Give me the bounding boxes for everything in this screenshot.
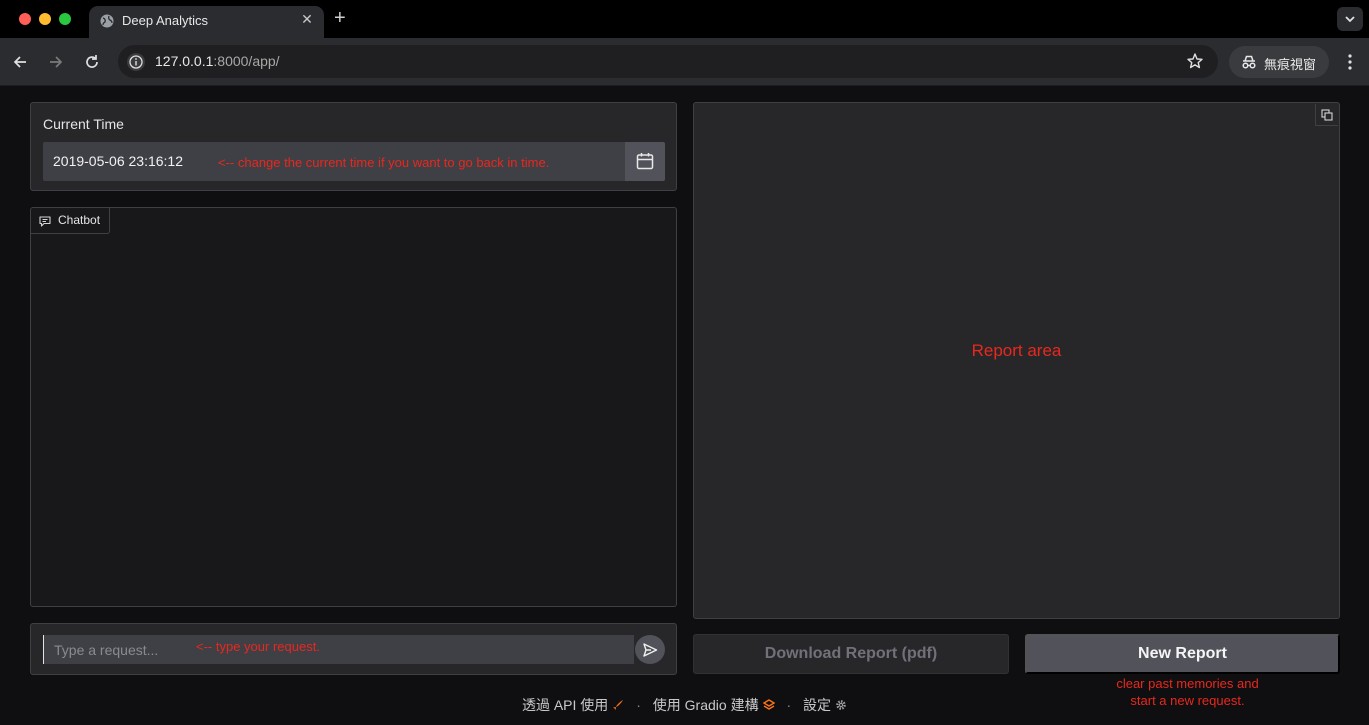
new-tab-button[interactable]: +: [334, 7, 346, 30]
current-time-annotation: <-- change the current time if you want …: [218, 155, 550, 170]
footer-api-label: 透過 API 使用: [521, 697, 609, 713]
footer-settings-link[interactable]: 設定: [803, 695, 847, 715]
url-host: 127.0.0.1: [155, 53, 214, 69]
incognito-badge[interactable]: 無痕視窗: [1229, 46, 1329, 78]
footer-separator: ·: [786, 697, 792, 713]
report-area-annotation: Report area: [971, 341, 1062, 360]
url-path: :8000/app/: [213, 53, 280, 69]
request-panel: <-- type your request.: [30, 623, 677, 675]
app-container: Current Time 2019-05-06 23:16:12 <-- cha…: [0, 87, 1369, 725]
browser-tab-bar: Deep Analytics ✕ +: [0, 0, 1369, 38]
calendar-button[interactable]: [625, 142, 665, 181]
tab-title: Deep Analytics: [122, 13, 208, 28]
url-text: 127.0.0.1:8000/app/: [155, 53, 280, 69]
current-time-label: Current Time: [43, 116, 124, 132]
chatbot-panel[interactable]: Chatbot: [30, 207, 677, 607]
chevron-down-icon: [1345, 16, 1355, 23]
address-bar[interactable]: 127.0.0.1:8000/app/: [118, 45, 1218, 78]
footer-gradio-link[interactable]: 使用 Gradio 建構: [653, 695, 775, 715]
footer-api-link[interactable]: 透過 API 使用: [522, 695, 624, 715]
chat-bubble-icon: [39, 216, 51, 227]
current-time-panel: Current Time 2019-05-06 23:16:12 <-- cha…: [30, 102, 677, 191]
window-maximize-button[interactable]: [59, 13, 71, 25]
footer-settings-label: 設定: [803, 697, 832, 713]
window-minimize-button[interactable]: [39, 13, 51, 25]
more-menu-icon[interactable]: [1342, 52, 1358, 72]
incognito-icon: [1242, 55, 1256, 69]
send-button[interactable]: [635, 635, 665, 664]
current-time-input[interactable]: 2019-05-06 23:16:12 <-- change the curre…: [43, 142, 625, 181]
gradio-logo-icon: [762, 699, 775, 710]
back-arrow-icon[interactable]: [10, 52, 30, 72]
chatbot-tab-label: Chatbot: [58, 213, 101, 227]
window-close-button[interactable]: [19, 13, 31, 25]
new-report-annotation-line1: clear past memories and: [1116, 676, 1259, 691]
browser-tab[interactable]: Deep Analytics ✕: [89, 6, 324, 38]
send-icon: [643, 643, 658, 657]
report-panel: Report area: [693, 102, 1340, 619]
calendar-icon: [636, 153, 654, 170]
gear-icon: [836, 700, 846, 710]
reload-icon[interactable]: [82, 52, 102, 72]
tab-close-icon[interactable]: ✕: [299, 11, 315, 28]
globe-icon: [100, 14, 114, 28]
footer-gradio-label: 使用 Gradio 建構: [652, 697, 759, 713]
footer: 透過 API 使用 · 使用 Gradio 建構 · 設定: [0, 695, 1369, 715]
tab-search-button[interactable]: [1337, 7, 1363, 31]
incognito-label: 無痕視窗: [1264, 57, 1317, 72]
footer-separator: ·: [636, 697, 641, 713]
download-report-button[interactable]: Download Report (pdf): [693, 634, 1009, 674]
copy-icon: [1321, 109, 1333, 121]
browser-toolbar: 127.0.0.1:8000/app/ 無痕視窗: [0, 38, 1369, 86]
forward-arrow-icon[interactable]: [46, 52, 66, 72]
new-report-button[interactable]: New Report: [1025, 634, 1340, 674]
current-time-value: 2019-05-06 23:16:12: [53, 153, 183, 169]
bookmark-star-icon[interactable]: [1186, 52, 1204, 70]
copy-button[interactable]: [1315, 104, 1338, 126]
site-info-icon[interactable]: [127, 53, 145, 71]
rocket-icon: [613, 700, 624, 710]
chatbot-tab: Chatbot: [31, 208, 110, 234]
request-input[interactable]: [43, 635, 634, 664]
